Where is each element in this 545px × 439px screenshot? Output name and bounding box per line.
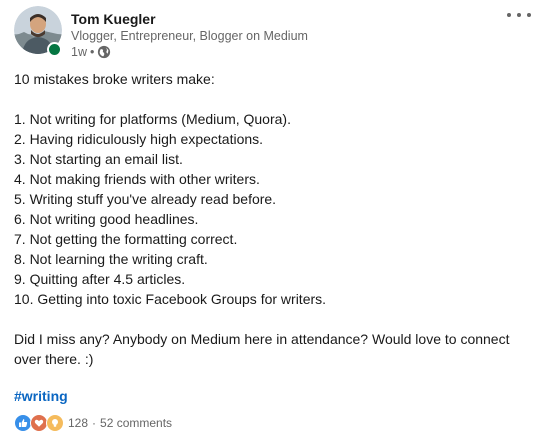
globe-icon <box>97 45 111 59</box>
list-item: 2. Having ridiculously high expectations… <box>14 131 264 147</box>
more-dot <box>507 13 511 17</box>
post-closing: Did I miss any? Anybody on Medium here i… <box>14 331 510 367</box>
author-name[interactable]: Tom Kuegler <box>71 10 156 28</box>
author-headline: Vlogger, Entrepreneur, Blogger on Medium <box>71 29 308 43</box>
social-separator: · <box>92 416 97 430</box>
feed-post: Tom Kuegler Vlogger, Entrepreneur, Blogg… <box>0 0 545 439</box>
reactions-summary[interactable] <box>14 414 64 432</box>
hashtag-link[interactable]: #writing <box>14 386 68 406</box>
list-item: 4. Not making friends with other writers… <box>14 171 260 187</box>
list-item: 1. Not writing for platforms (Medium, Qu… <box>14 111 291 127</box>
post-body: 10 mistakes broke writers make: 1. Not w… <box>14 69 534 369</box>
list-item: 10. Getting into toxic Facebook Groups f… <box>14 291 327 307</box>
more-dot <box>527 13 531 17</box>
list-item: 3. Not starting an email list. <box>14 151 183 167</box>
list-item: 6. Not writing good headlines. <box>14 211 199 227</box>
meta-separator: • <box>89 45 95 59</box>
post-time: 1w <box>71 45 87 59</box>
list-item: 7. Not getting the formatting correct. <box>14 231 238 247</box>
reaction-count[interactable]: 128 <box>68 416 88 430</box>
more-options-icon[interactable] <box>507 8 531 22</box>
post-intro: 10 mistakes broke writers make: <box>14 71 215 87</box>
author-avatar[interactable] <box>14 6 62 57</box>
social-counts: 128 · 52 comments <box>14 414 172 432</box>
more-dot <box>517 13 521 17</box>
list-item: 9. Quitting after 4.5 articles. <box>14 271 186 287</box>
post-meta: 1w • <box>71 44 111 60</box>
comments-count[interactable]: 52 comments <box>100 416 172 430</box>
online-status-indicator <box>47 42 62 57</box>
list-item: 8. Not learning the writing craft. <box>14 251 208 267</box>
list-item: 5. Writing stuff you've already read bef… <box>14 191 277 207</box>
insightful-icon <box>46 414 64 432</box>
